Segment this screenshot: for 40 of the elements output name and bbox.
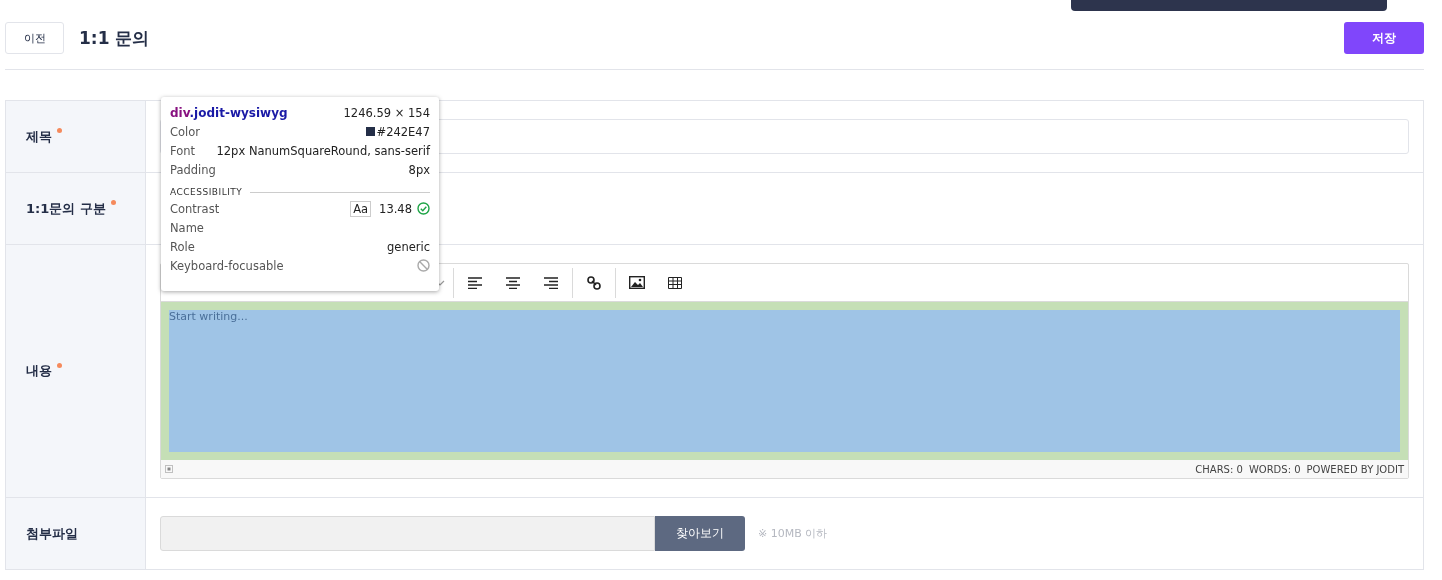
- color-swatch: [365, 127, 375, 136]
- field-label: 1:1문의 구분: [26, 199, 106, 218]
- property-value: #242E47: [376, 124, 430, 139]
- browse-button[interactable]: 찾아보기: [655, 516, 745, 551]
- editor-placeholder: Start writing...: [169, 310, 248, 323]
- field-label: 제목: [26, 127, 52, 146]
- editor-status-text: POWERED BY JODIT: [1306, 463, 1404, 475]
- align-right-icon[interactable]: [544, 276, 558, 289]
- not-allowed-icon: [417, 259, 430, 272]
- property-name: Font: [170, 143, 196, 158]
- check-circle-icon: [417, 202, 430, 215]
- page-title: 1:1 문의: [79, 26, 151, 50]
- property-name: Color: [170, 124, 201, 139]
- field-label: 내용: [26, 362, 52, 380]
- save-button[interactable]: 저장: [1344, 22, 1424, 54]
- property-value: generic: [387, 239, 430, 254]
- element-size: 1246.59 × 154: [343, 105, 430, 120]
- image-icon[interactable]: [629, 276, 645, 289]
- field-label: 첨부파일: [26, 524, 78, 543]
- file-size-hint: ※ 10MB 이하: [758, 526, 828, 541]
- align-center-icon[interactable]: [506, 276, 520, 289]
- property-value: 13.48: [379, 201, 412, 216]
- property-value: 8px: [408, 162, 430, 177]
- property-value: 12px NanumSquareRound, sans-serif: [216, 143, 430, 158]
- table-icon[interactable]: [668, 276, 682, 289]
- editor-status-text: WORDS: 0: [1248, 463, 1301, 475]
- align-left-icon[interactable]: [468, 276, 482, 289]
- property-name: Contrast: [170, 201, 220, 216]
- property-name: Name: [170, 220, 204, 235]
- link-icon[interactable]: [587, 275, 601, 290]
- editor-status-text: CHARS: 0: [1195, 463, 1243, 475]
- property-name: Role: [170, 239, 195, 254]
- back-button[interactable]: 이전: [5, 22, 64, 54]
- resize-handle-icon[interactable]: [165, 465, 173, 473]
- editor-content-highlight[interactable]: Start writing...: [169, 310, 1400, 452]
- file-name-field[interactable]: [160, 516, 655, 551]
- section-heading: ACCESSIBILITY: [170, 187, 243, 197]
- property-name: Padding: [170, 162, 216, 177]
- element-selector: div.jodit-wysiwyg: [170, 105, 288, 120]
- contrast-sample: Aa: [350, 200, 372, 217]
